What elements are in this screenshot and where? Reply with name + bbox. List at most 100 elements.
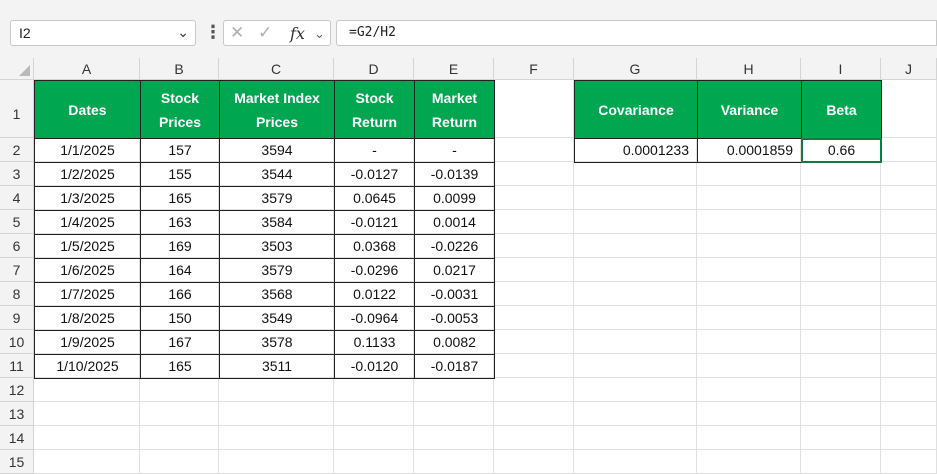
grid-cell[interactable] — [697, 426, 801, 450]
table-cell[interactable]: 1/1/2025 — [34, 138, 141, 163]
table-cell[interactable]: -0.0120 — [334, 354, 415, 379]
row-header-5[interactable]: 5 — [0, 210, 34, 234]
grid-cell[interactable] — [574, 330, 697, 354]
grid-cell[interactable] — [494, 330, 574, 354]
grid-cell[interactable] — [140, 426, 219, 450]
grid-cell[interactable] — [414, 450, 494, 474]
row-header-7[interactable]: 7 — [0, 258, 34, 282]
grid-cell[interactable] — [697, 354, 801, 378]
grid-cell[interactable] — [881, 450, 937, 474]
grid-cell[interactable] — [697, 402, 801, 426]
table-cell[interactable]: 0.0122 — [334, 282, 415, 307]
grid-cell[interactable] — [881, 258, 937, 282]
table-cell[interactable]: 165 — [140, 354, 220, 379]
grid-cell[interactable] — [697, 186, 801, 210]
table-cell[interactable]: 0.0645 — [334, 186, 415, 211]
grid-cell[interactable] — [334, 426, 414, 450]
grid-cell[interactable] — [494, 354, 574, 378]
grid-cell[interactable] — [881, 186, 937, 210]
grid-cell[interactable] — [494, 210, 574, 234]
grid-cell[interactable] — [697, 330, 801, 354]
summary-header-cell[interactable]: Covariance — [574, 80, 698, 139]
table-cell[interactable]: 3503 — [219, 234, 335, 259]
variance-value-cell[interactable]: 0.0001859 — [697, 138, 802, 163]
grid-cell[interactable] — [34, 450, 140, 474]
grid-cell[interactable] — [881, 138, 937, 162]
grid-cell[interactable] — [574, 162, 697, 186]
row-header-1[interactable]: 1 — [0, 80, 34, 138]
grid-cell[interactable] — [881, 162, 937, 186]
grid-cell[interactable] — [801, 258, 881, 282]
table-cell[interactable]: 3568 — [219, 282, 335, 307]
grid-cell[interactable] — [881, 402, 937, 426]
grid-cell[interactable] — [219, 378, 334, 402]
grid-cell[interactable] — [801, 402, 881, 426]
table-cell[interactable]: 1/8/2025 — [34, 306, 141, 331]
grid-cell[interactable] — [697, 162, 801, 186]
grid-cell[interactable] — [494, 234, 574, 258]
column-header-e[interactable]: E — [414, 58, 494, 80]
covariance-value-cell[interactable]: 0.0001233 — [574, 138, 698, 163]
table-header-cell[interactable]: Stock Return — [334, 80, 415, 139]
table-cell[interactable]: -0.0053 — [414, 306, 495, 331]
table-cell[interactable]: 1/10/2025 — [34, 354, 141, 379]
grid-cell[interactable] — [34, 426, 140, 450]
grid-cell[interactable] — [334, 402, 414, 426]
table-cell[interactable]: -0.0031 — [414, 282, 495, 307]
table-cell[interactable]: 164 — [140, 258, 220, 283]
grid-cell[interactable] — [881, 80, 937, 138]
grid-cell[interactable] — [574, 186, 697, 210]
grid-cell[interactable] — [881, 378, 937, 402]
table-header-cell[interactable]: Dates — [34, 80, 141, 139]
name-box[interactable]: I2 ⌄ — [10, 20, 196, 46]
table-cell[interactable]: 0.0368 — [334, 234, 415, 259]
table-cell[interactable]: 0.0217 — [414, 258, 495, 283]
column-header-h[interactable]: H — [697, 58, 801, 80]
column-header-f[interactable]: F — [494, 58, 574, 80]
grid-cell[interactable] — [697, 306, 801, 330]
grid-cell[interactable] — [801, 282, 881, 306]
table-cell[interactable]: 1/2/2025 — [34, 162, 141, 187]
grid-cell[interactable] — [801, 330, 881, 354]
row-header-4[interactable]: 4 — [0, 186, 34, 210]
table-cell[interactable]: -0.0139 — [414, 162, 495, 187]
grid-cell[interactable] — [494, 306, 574, 330]
table-cell[interactable]: 155 — [140, 162, 220, 187]
table-cell[interactable]: -0.0226 — [414, 234, 495, 259]
grid-cell[interactable] — [801, 426, 881, 450]
grid-cell[interactable] — [574, 210, 697, 234]
grid-cell[interactable] — [881, 234, 937, 258]
check-icon[interactable]: ✓ — [258, 23, 272, 43]
row-header-9[interactable]: 9 — [0, 306, 34, 330]
column-header-c[interactable]: C — [219, 58, 334, 80]
grid-cell[interactable] — [414, 402, 494, 426]
grid-cell[interactable] — [34, 378, 140, 402]
insert-function-icon[interactable]: fx — [290, 24, 305, 43]
row-header-6[interactable]: 6 — [0, 234, 34, 258]
row-header-3[interactable]: 3 — [0, 162, 34, 186]
grid-cell[interactable] — [140, 450, 219, 474]
grid-cell[interactable] — [881, 426, 937, 450]
grid-cell[interactable] — [881, 282, 937, 306]
grid-cell[interactable] — [574, 450, 697, 474]
row-header-10[interactable]: 10 — [0, 330, 34, 354]
table-cell[interactable]: 3549 — [219, 306, 335, 331]
cancel-icon[interactable]: ✕ — [230, 23, 244, 43]
table-cell[interactable]: -0.0296 — [334, 258, 415, 283]
table-cell[interactable]: 169 — [140, 234, 220, 259]
grid-cell[interactable] — [697, 234, 801, 258]
grid-cell[interactable] — [494, 186, 574, 210]
grid-cell[interactable] — [881, 210, 937, 234]
grid-cell[interactable] — [494, 378, 574, 402]
grid-cell[interactable] — [801, 162, 881, 186]
grid-cell[interactable] — [574, 426, 697, 450]
table-cell[interactable]: 1/5/2025 — [34, 234, 141, 259]
grid-cell[interactable] — [801, 234, 881, 258]
grid-cell[interactable] — [801, 306, 881, 330]
grid-cell[interactable] — [494, 282, 574, 306]
grid-cell[interactable] — [574, 354, 697, 378]
grid-cell[interactable] — [881, 306, 937, 330]
grid-cell[interactable] — [494, 450, 574, 474]
grid-cell[interactable] — [801, 378, 881, 402]
grid-cell[interactable] — [494, 258, 574, 282]
